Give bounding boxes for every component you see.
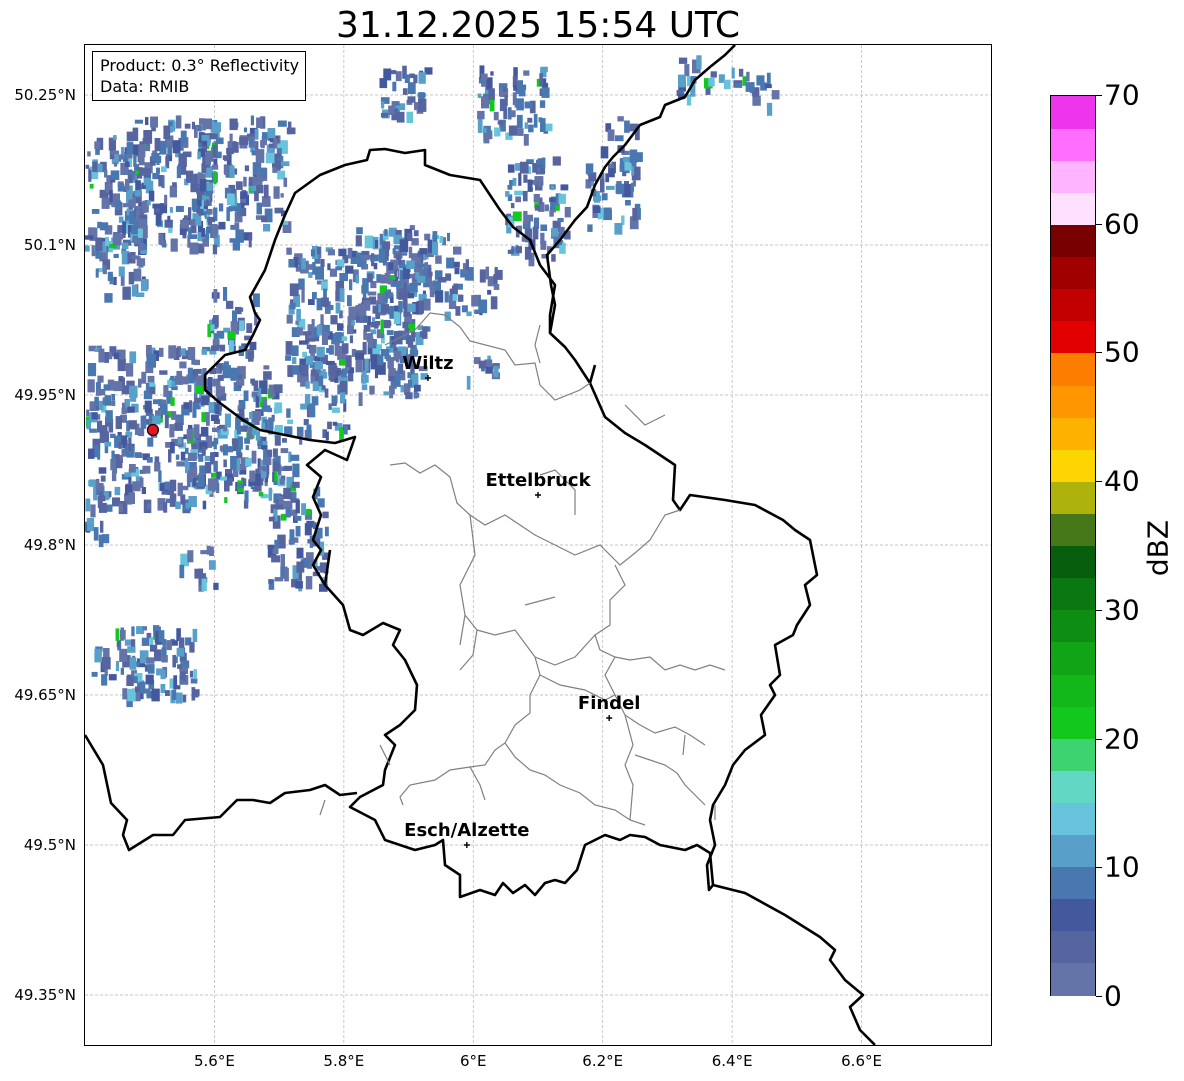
latitude-tick-label: 49.65°N [14,686,76,704]
colorbar-segment [1051,192,1095,226]
colorbar-segment [1051,128,1095,161]
latitude-tick-label: 50.1°N [23,236,76,254]
colorbar-tick-mark [1096,867,1102,869]
colorbar-segment [1051,866,1095,900]
colorbar-segment [1051,256,1095,290]
map-title: 31.12.2025 15:54 UTC [335,5,741,46]
colorbar-segment [1051,641,1095,675]
city-label: Wiltz [402,353,453,374]
city-marker[interactable]: Ettelbruck [485,470,592,498]
longitude-tick-label: 5.6°E [194,1052,235,1070]
latitude-tick-label: 50.25°N [14,86,76,104]
colorbar-tick-mark [1096,996,1102,997]
dbz-colorbar [1050,95,1096,996]
colorbar-tick-label: 50 [1104,335,1140,369]
colorbar-segment [1051,577,1095,611]
latitude-tick-label: 49.5°N [23,836,76,854]
colorbar-segment [1051,930,1095,964]
city-marker[interactable]: Findel [578,693,641,721]
colorbar-segment [1051,962,1095,996]
radar-site-marker[interactable] [146,423,160,437]
colorbar-segment [1051,738,1095,771]
colorbar-tick-label: 10 [1104,850,1140,884]
colorbar-tick-mark [1096,223,1102,225]
colorbar-tick-mark [1096,481,1102,483]
colorbar-tick-label: 30 [1104,593,1140,627]
colorbar-segment [1051,609,1095,643]
colorbar-tick-label: 70 [1104,78,1140,112]
colorbar-segment [1051,834,1095,868]
radar-map[interactable]: Wiltz Ettelbruck Findel Esch/Alzette [84,44,992,1046]
data-source-label: Data: RMIB [100,77,190,96]
colorbar-tick-label: 20 [1104,722,1140,756]
radar-echoes [85,55,780,708]
city-label: Ettelbruck [485,470,591,491]
city-plus-icon [606,715,613,721]
colorbar-tick-label: 40 [1104,464,1140,498]
colorbar-segment [1051,481,1095,514]
city-label: Esch/Alzette [404,820,529,841]
colorbar-segment [1051,352,1095,386]
colorbar-segment [1051,449,1095,482]
longitude-tick-label: 6.6°E [841,1052,882,1070]
colorbar-segment [1051,96,1095,129]
longitude-tick-label: 6.4°E [711,1052,753,1070]
longitude-tick-label: 6.2°E [582,1052,624,1070]
latitude-tick-label: 49.95°N [14,386,76,404]
city-marker[interactable]: Esch/Alzette [404,820,529,848]
colorbar-segment [1051,673,1095,707]
city-markers: Wiltz Ettelbruck Findel Esch/Alzette [402,353,640,848]
city-label: Findel [578,693,641,714]
colorbar-segment [1051,513,1095,547]
colorbar-tick-label: 0 [1104,979,1122,1013]
longitude-tick-label: 6°E [460,1052,487,1070]
colorbar-segment [1051,898,1095,932]
colorbar-segment [1051,224,1095,258]
colorbar-tick-mark [1096,95,1102,96]
colorbar-segment [1051,706,1095,739]
colorbar-segment [1051,802,1095,836]
colorbar-segment [1051,384,1095,418]
colorbar-label: dBZ [1141,519,1175,577]
latitude-tick-label: 49.8°N [23,536,76,554]
colorbar-segment [1051,770,1095,803]
longitude-tick-label: 5.8°E [323,1052,365,1070]
colorbar-tick-label: 60 [1104,207,1140,241]
colorbar-segment [1051,417,1095,450]
colorbar-tick-mark [1096,609,1102,611]
colorbar-segment [1051,545,1095,579]
colorbar-segment [1051,288,1095,322]
product-info-box: Product: 0.3° Reflectivity Data: RMIB [92,51,307,101]
colorbar-tick-mark [1096,738,1102,740]
colorbar-segment [1051,320,1095,354]
product-label: Product: 0.3° Reflectivity [100,56,300,75]
map-canvas: Wiltz Ettelbruck Findel Esch/Alzette [85,45,991,1045]
canton-borders [319,312,726,826]
latitude-tick-label: 49.35°N [14,986,76,1004]
city-plus-icon [463,842,470,848]
colorbar-tick-mark [1096,352,1102,354]
city-plus-icon [535,492,541,498]
colorbar-segment [1051,160,1095,193]
